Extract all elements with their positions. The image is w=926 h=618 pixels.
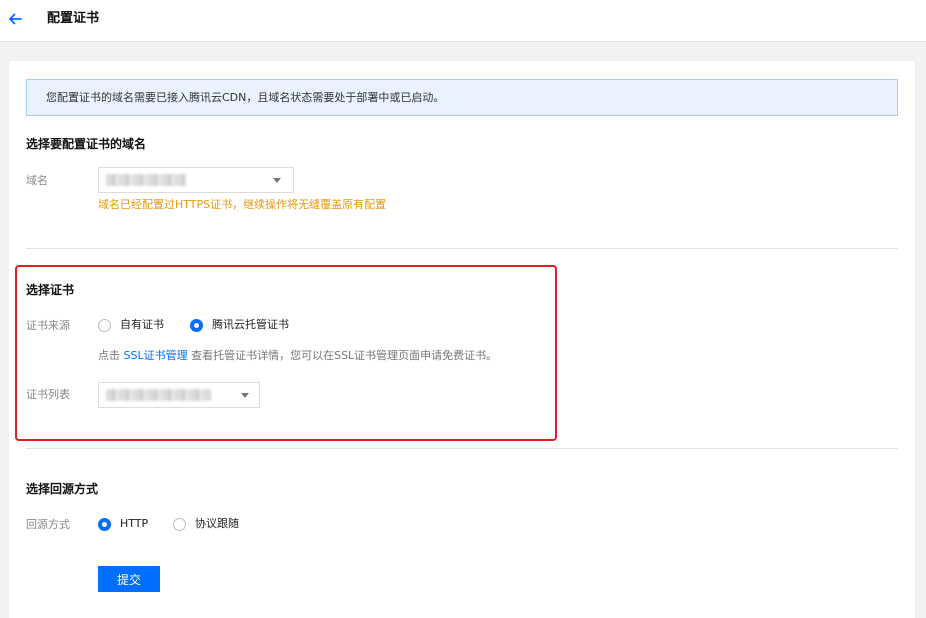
chevron-down-icon	[273, 178, 281, 183]
radio-origin-http-label: HTTP	[120, 517, 149, 530]
domain-label: 域名	[26, 174, 48, 187]
radio-checked-icon	[98, 517, 111, 531]
divider	[26, 248, 898, 249]
top-bar: 配置证书	[0, 0, 926, 42]
domain-section-title: 选择要配置证书的域名	[26, 137, 147, 151]
page-title: 配置证书	[47, 11, 100, 26]
domain-select[interactable]	[98, 167, 294, 193]
domain-warning-text: 域名已经配置过HTTPS证书，继续操作将无缝覆盖原有配置	[98, 198, 387, 211]
origin-method-label: 回源方式	[26, 518, 70, 531]
radio-origin-http[interactable]: HTTP	[98, 517, 148, 531]
info-notice: 您配置证书的域名需要已接入腾讯云CDN，且域名状态需要处于部署中或已启动。	[26, 79, 898, 116]
divider	[26, 448, 898, 449]
domain-select-value	[106, 174, 186, 186]
origin-section-title: 选择回源方式	[26, 482, 99, 496]
radio-unchecked-icon	[173, 517, 186, 531]
highlight-annotation-box	[15, 265, 557, 441]
radio-origin-follow-label: 协议跟随	[195, 517, 239, 530]
submit-button[interactable]: 提交	[98, 566, 160, 592]
arrow-left-icon[interactable]	[7, 11, 23, 27]
radio-origin-follow[interactable]: 协议跟随	[173, 517, 239, 531]
